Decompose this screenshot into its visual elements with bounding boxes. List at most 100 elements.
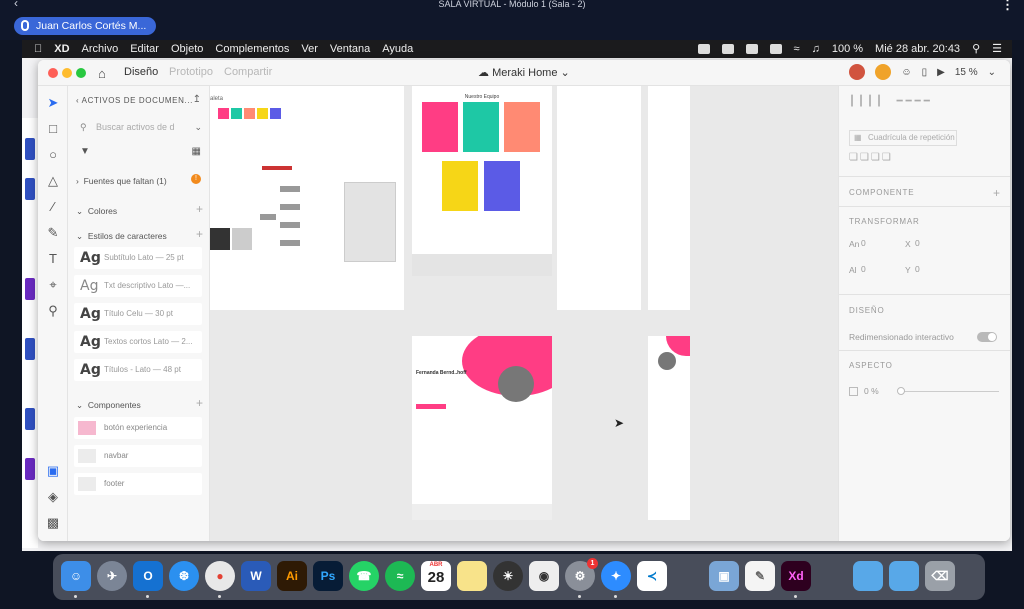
opacity-slider-handle[interactable] xyxy=(897,387,905,395)
pixelmator-app-icon[interactable]: ☀ xyxy=(493,561,523,591)
add-component-icon[interactable]: + xyxy=(993,186,1000,200)
spotify-app-icon[interactable]: ≈ xyxy=(385,561,415,591)
y-field[interactable]: 0 xyxy=(915,264,920,274)
design-canvas[interactable]: aleta Nuestro Equipo Fernanda Bernd..hof… xyxy=(210,86,838,541)
screenshot-app-icon[interactable]: ◉ xyxy=(529,561,559,591)
minimize-window-button[interactable] xyxy=(62,68,72,78)
repeat-grid-button[interactable]: ▦ Cuadrícula de repetición xyxy=(849,130,957,146)
opacity-field[interactable]: 0 % xyxy=(864,386,879,396)
artboard-profile[interactable]: Fernanda Bernd..hoff xyxy=(412,336,552,520)
filter-icon[interactable]: ▼ xyxy=(80,146,90,157)
char-styles-section[interactable]: ⌄ Estilos de caracteres xyxy=(76,231,167,242)
avatar[interactable] xyxy=(875,64,892,80)
width-field[interactable]: 0 xyxy=(861,238,866,248)
notes-app-icon[interactable] xyxy=(457,561,487,591)
component-item[interactable]: botón experiencia xyxy=(74,417,202,439)
add-color-icon[interactable]: + xyxy=(196,202,203,216)
artboard-profile-mobile[interactable] xyxy=(648,336,690,520)
launchpad-app-icon[interactable]: ✈ xyxy=(97,561,127,591)
menu-editar[interactable]: Editar xyxy=(130,40,159,58)
vscode-app-icon[interactable]: ≺ xyxy=(637,561,667,591)
home-icon[interactable]: ⌂ xyxy=(98,66,106,81)
battery-label[interactable]: 100 % xyxy=(832,40,863,58)
responsive-resize-toggle[interactable] xyxy=(977,332,997,342)
device-preview-icon[interactable]: ▯ xyxy=(922,67,928,78)
warning-icon[interactable]: ! xyxy=(191,174,201,184)
tab-compartir[interactable]: Compartir xyxy=(224,66,272,78)
artboard-team[interactable]: Nuestro Equipo xyxy=(412,86,552,276)
char-style-item[interactable]: Ag Txt descriptivo Lato —... xyxy=(74,275,202,297)
textedit-app-icon[interactable]: ✎ xyxy=(745,561,775,591)
menu-archivo[interactable]: Archivo xyxy=(82,40,119,58)
component-item[interactable]: navbar xyxy=(74,445,202,467)
select-tool-icon[interactable]: ➤ xyxy=(46,96,60,110)
align-icons[interactable]: ┃┃┃┃ ━━━━ xyxy=(849,96,933,107)
polygon-tool-icon[interactable]: △ xyxy=(46,174,60,188)
menu-complementos[interactable]: Complementos xyxy=(215,40,289,58)
apple-icon[interactable]:  xyxy=(34,40,42,58)
assets-icon[interactable]: ▣ xyxy=(46,464,60,478)
volume-icon[interactable]: ♫ xyxy=(812,40,820,58)
line-tool-icon[interactable]: ∕ xyxy=(46,200,60,214)
cloud-icon[interactable] xyxy=(769,44,782,54)
component-item[interactable]: footer xyxy=(74,473,202,495)
assets-search-input[interactable]: ⚲ Buscar activos de d ⌄ xyxy=(76,118,202,136)
menu-ventana[interactable]: Ventana xyxy=(330,40,370,58)
outlook-app-icon[interactable]: O xyxy=(133,561,163,591)
safari-app-icon[interactable]: ❆ xyxy=(169,561,199,591)
status-icon[interactable] xyxy=(721,44,734,54)
char-style-item[interactable]: Ag Subtítulo Lato — 25 pt xyxy=(74,247,202,269)
zoom-window-button[interactable] xyxy=(76,68,86,78)
menu-list-icon[interactable]: ☰ xyxy=(992,40,1002,58)
word-app-icon[interactable]: W xyxy=(241,561,271,591)
pen-tool-icon[interactable]: ✎ xyxy=(46,226,60,240)
components-section[interactable]: ⌄ Componentes xyxy=(76,400,141,411)
avatar[interactable] xyxy=(849,64,866,80)
zoom-tool-icon[interactable]: ⚲ xyxy=(46,304,60,318)
artboard-blank[interactable] xyxy=(557,86,641,310)
boolean-icons[interactable]: ❏❏❏❏ xyxy=(849,152,893,163)
add-char-style-icon[interactable]: + xyxy=(196,227,203,241)
chevron-down-icon[interactable]: ⌄ xyxy=(988,67,996,78)
xd-app-icon[interactable]: Xd xyxy=(781,561,811,591)
plugins-icon[interactable]: ▩ xyxy=(46,516,60,530)
trash-icon[interactable]: ⌫ xyxy=(925,561,955,591)
document-title[interactable]: ☁ Meraki Home ⌄ xyxy=(478,66,570,79)
whatsapp-app-icon[interactable]: ☎ xyxy=(349,561,379,591)
zoom-level[interactable]: 15 % xyxy=(955,67,978,78)
menu-ayuda[interactable]: Ayuda xyxy=(382,40,413,58)
assets-header[interactable]: ‹ ACTIVOS DE DOCUMEN... xyxy=(76,96,193,105)
folder-icon[interactable] xyxy=(889,561,919,591)
tab-prototipo[interactable]: Prototipo xyxy=(169,66,213,78)
opacity-slider[interactable] xyxy=(899,391,999,392)
status-icon[interactable] xyxy=(697,44,710,54)
missing-fonts-section[interactable]: › Fuentes que faltan (1) xyxy=(76,176,167,186)
export-icon[interactable]: ↥ xyxy=(193,94,201,105)
add-component-icon[interactable]: + xyxy=(196,396,203,410)
creative-cloud-icon[interactable] xyxy=(745,44,758,54)
photoshop-app-icon[interactable]: Ps xyxy=(313,561,343,591)
system-preferences-app-icon[interactable]: ⚙ 1 xyxy=(565,558,598,591)
menu-app[interactable]: XD xyxy=(54,40,69,58)
rectangle-tool-icon[interactable]: □ xyxy=(46,122,60,136)
share-user-icon[interactable]: ☺ xyxy=(901,67,911,78)
illustrator-app-icon[interactable]: Ai xyxy=(277,561,307,591)
grid-view-icon[interactable]: ▦ xyxy=(192,146,201,157)
artboard-style-guide[interactable]: aleta xyxy=(210,86,404,310)
more-icon[interactable]: ⋮ xyxy=(1001,0,1014,13)
folder-icon[interactable] xyxy=(853,561,883,591)
layers-icon[interactable]: ◈ xyxy=(46,490,60,504)
char-style-item[interactable]: Ag Título Celu — 30 pt xyxy=(74,303,202,325)
text-tool-icon[interactable]: T xyxy=(46,252,60,266)
finder-app-icon[interactable]: ☺ xyxy=(61,561,91,591)
wifi-icon[interactable]: ≈ xyxy=(794,40,800,58)
artboard-mobile[interactable] xyxy=(648,86,690,310)
colors-section[interactable]: ⌄ Colores xyxy=(76,206,117,217)
menu-ver[interactable]: Ver xyxy=(301,40,318,58)
search-icon[interactable]: ⚲ xyxy=(972,40,980,58)
preview-app-icon[interactable]: ▣ xyxy=(709,561,739,591)
height-field[interactable]: 0 xyxy=(861,264,866,274)
zoom-app-icon[interactable]: ✦ xyxy=(601,561,631,591)
menu-objeto[interactable]: Objeto xyxy=(171,40,203,58)
close-window-button[interactable] xyxy=(48,68,58,78)
